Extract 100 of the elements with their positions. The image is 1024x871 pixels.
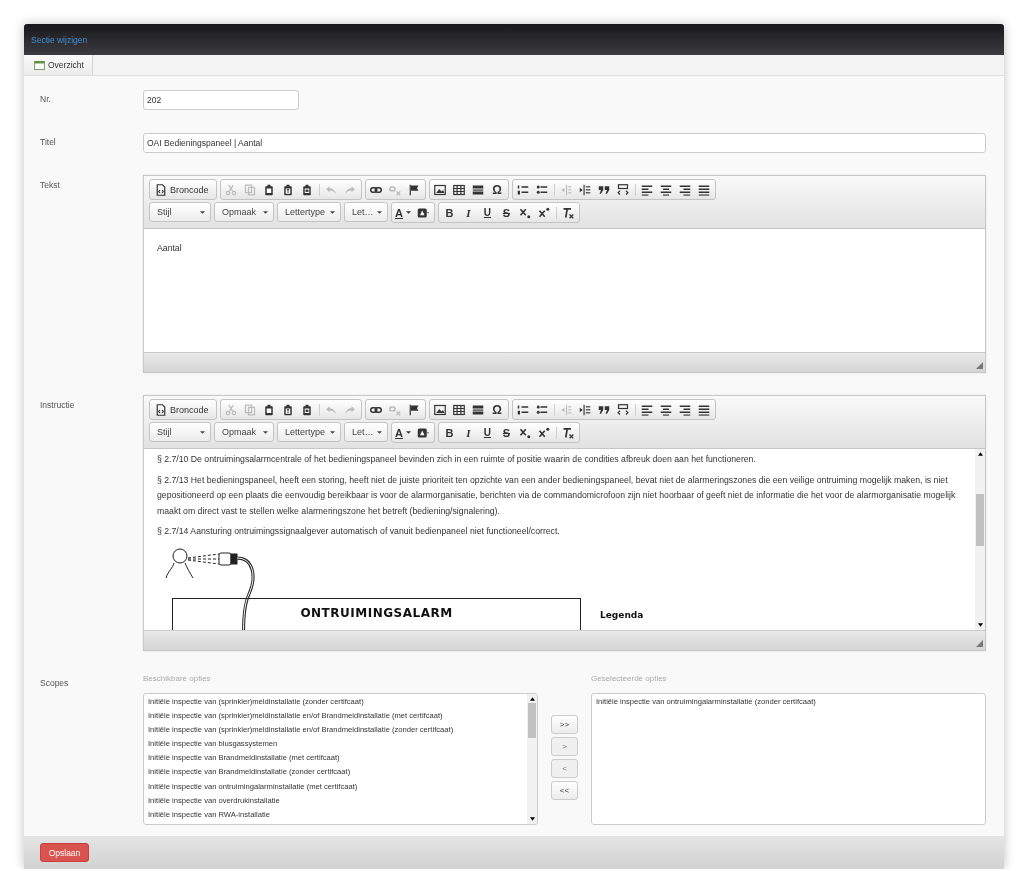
move-button[interactable]: << (551, 781, 578, 800)
undo-icon (325, 183, 338, 196)
numbered-list-icon (517, 183, 530, 196)
special-character-button[interactable]: Ω (487, 400, 507, 419)
italic-button[interactable]: I (458, 423, 478, 442)
scissors-icon (225, 403, 238, 416)
caret-icon (377, 210, 382, 214)
toolbar-dropdown[interactable]: Lettertype (277, 202, 341, 222)
outdent-icon (560, 403, 573, 416)
highlight-icon (416, 426, 429, 439)
align-center-icon (660, 183, 673, 196)
toolbar-dropdown[interactable]: Opmaak (214, 422, 274, 442)
underline-button[interactable]: U (477, 423, 497, 442)
clipboard-icon (282, 403, 295, 416)
clipboard-icon (282, 183, 295, 196)
caret-icon (263, 430, 268, 434)
input-field[interactable]: OAI Bedieningspaneel | Aantal (143, 133, 986, 153)
align-left-icon (641, 183, 654, 196)
field-label: Titel (40, 136, 57, 149)
editor-content[interactable] (144, 449, 985, 630)
indent-icon (579, 403, 592, 416)
quote-icon (598, 403, 611, 416)
resize-grip-icon (976, 640, 983, 647)
caret-icon (405, 431, 411, 434)
div-container-icon (617, 403, 630, 416)
scissors-icon (225, 183, 238, 196)
unlink-icon (389, 183, 402, 196)
caret-icon (200, 210, 205, 214)
table-icon (453, 183, 466, 196)
caret-icon (263, 210, 268, 214)
subscript-icon (519, 426, 532, 439)
table-icon (453, 403, 466, 416)
toolbar-dropdown[interactable]: Opmaak (214, 202, 274, 222)
toolbar-dropdown[interactable]: Let… (344, 422, 388, 442)
caret-icon (330, 430, 335, 434)
superscript-icon (538, 206, 551, 219)
caret-icon (330, 210, 335, 214)
paragraph: § 2.7/10 De ontruimingsalarmcentrale of het bedieningspaneel bevinden zich in een ruimte of positie waarin de condities afbreuk doen aan het functioneren. (157, 453, 757, 466)
list-heading: Geselecteerde opties (591, 673, 668, 685)
copy-icon (244, 183, 257, 196)
subscript-icon (519, 206, 532, 219)
paragraph: § 2.7/13 Het bedieningspaneel, heeft een storing, heeft niet de juiste prioriteit ten opzichte van een ander bedieningspaneel, bevat niet de alarmeringszones die een veilige ontruiming mogelijk maken, is niet gepositioneerd op een plaats die eenvoudig bereikbaar is voor de alarmorganisatie, berichten via de commandomicrofoon zijn niet hoorbaar of geeft niet de informatie die het voor de alarmorganisatie mogelijk maakt om direct vast te stellen welke alarmeringszone het betreft (bediening/signalering). (157, 473, 957, 518)
italic-button[interactable]: I (458, 203, 478, 222)
strikethrough-button[interactable]: S (496, 203, 516, 222)
field-label: Tekst (40, 179, 61, 192)
strikethrough-button[interactable]: S (496, 423, 516, 442)
caret-icon (200, 430, 205, 434)
toolbar-dropdown[interactable]: Let… (344, 202, 388, 222)
outdent-icon (560, 183, 573, 196)
highlight-icon (416, 206, 429, 219)
clipboard-icon (263, 183, 276, 196)
caret-icon (377, 430, 382, 434)
field-label: Nr. (40, 93, 52, 106)
list-heading: Beschikbare opties (143, 673, 212, 685)
bold-button[interactable]: B (439, 423, 459, 442)
save-button[interactable]: Opslaan (40, 843, 89, 862)
undo-icon (325, 403, 338, 416)
underline-button[interactable]: U (477, 203, 497, 222)
source-button[interactable]: Broncode (151, 180, 215, 199)
scroll-down-icon (977, 623, 983, 627)
paragraph: § 2.7/14 Aansturing ontruimingssignaalgever automatisch of vanuit bedienpaneel niet functioneel/correct. (157, 525, 561, 538)
div-container-icon (617, 183, 630, 196)
bold-button[interactable]: B (439, 203, 459, 222)
align-center-icon (660, 403, 673, 416)
align-right-icon (679, 403, 692, 416)
numbered-list-icon (517, 403, 530, 416)
text-color-button[interactable]: A (393, 423, 413, 442)
clipboard-icon (301, 183, 314, 196)
quote-icon (598, 183, 611, 196)
field-label: Scopes (40, 677, 70, 690)
input-field[interactable]: 202 (143, 90, 299, 110)
scrollbar-thumb (528, 703, 536, 738)
text-color-button[interactable]: A (393, 203, 413, 222)
justify-icon (698, 403, 711, 416)
toolbar-dropdown[interactable]: Lettertype (277, 422, 341, 442)
option-list[interactable] (143, 693, 538, 825)
flag-icon (408, 183, 421, 196)
bulleted-list-icon (536, 403, 549, 416)
document-icon (155, 403, 167, 416)
align-left-icon (641, 403, 654, 416)
clipboard-icon (263, 403, 276, 416)
image-icon (434, 183, 447, 196)
remove-format-icon (562, 206, 575, 219)
scroll-down-icon (529, 817, 535, 821)
toolbar-dropdown[interactable]: Stijl (149, 202, 211, 222)
move-button[interactable]: >> (551, 715, 578, 734)
figure-legend: Legenda (600, 609, 644, 620)
overview-button[interactable]: Overzicht (24, 55, 93, 75)
image-icon (434, 403, 447, 416)
calendar-icon (34, 59, 45, 71)
document-icon (155, 183, 167, 196)
justify-icon (698, 183, 711, 196)
scroll-up-icon (529, 697, 535, 701)
scroll-up-icon (977, 452, 983, 456)
toolbar-dropdown[interactable]: Stijl (149, 422, 211, 442)
figure-title: ONTRUIMINGSALARM (300, 605, 453, 622)
special-character-button[interactable]: Ω (487, 180, 507, 199)
resize-grip-icon (976, 362, 983, 369)
source-button[interactable]: Broncode (151, 400, 215, 419)
editor-content[interactable]: Aantal (144, 229, 985, 352)
